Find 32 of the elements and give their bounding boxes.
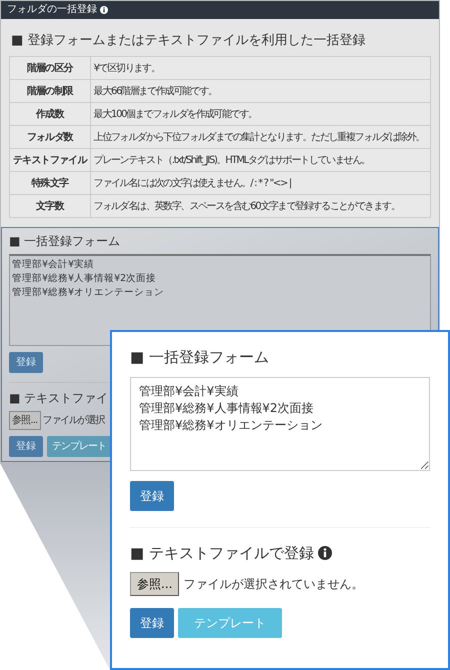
textarea-field[interactable]: 管理部¥会計¥実績 管理部¥総務¥人事情報¥2次面接 管理部¥総務¥オリエンテーション	[130, 376, 430, 470]
form-heading: ■ 一括登録フォーム	[130, 347, 269, 368]
section-title: ■ 登録フォームまたはテキストファイルを利用した一括登録	[11, 32, 366, 50]
submit-button[interactable]: 登録	[130, 480, 174, 510]
browse-button[interactable]: 参照...	[130, 572, 180, 596]
table-cell: 階層の区分	[10, 56, 90, 80]
table-cell: ¥で区切ります。	[90, 56, 430, 80]
table-cell: テキストファイル	[10, 148, 90, 172]
form-heading: ■ テキストファイルで登録	[130, 542, 314, 564]
submit-button[interactable]: 登録	[9, 352, 43, 373]
browse-button[interactable]: 参照...	[9, 411, 41, 430]
template-button[interactable]: テンプレート	[47, 436, 111, 457]
table-cell: 作成数	[10, 102, 90, 126]
table-cell: 最大100個までフォルダを作成可能です。	[90, 102, 430, 126]
panel-title: フォルダの一括登録	[7, 3, 97, 18]
table-cell: 上位フォルダから下位フォルダまでの集計となります。ただし重複フォルダは除外。	[90, 126, 430, 149]
table-cell: フォルダ名は、英数字、スペースを含む60文字まで登録することができます。	[90, 194, 430, 218]
table-cell: プレーンテキスト（.txt/Shift_JIS)。HTMLタグはサポートしていません。	[90, 148, 430, 172]
submit-button[interactable]: 登録	[130, 608, 174, 638]
info-icon	[318, 546, 332, 560]
submit-button[interactable]: 登録	[9, 436, 43, 457]
form-heading: ■ テキストファイ	[9, 390, 109, 407]
table-cell: 最大66階層まで作成可能です。	[90, 80, 430, 103]
table-cell: 特殊文字	[10, 172, 90, 195]
table-cell: ファイル名には次の文字は使えません。/ : * ? "<> |	[90, 172, 430, 195]
info-icon	[100, 6, 108, 14]
table-cell: 文字数	[10, 194, 90, 218]
form-heading: ■ 一括登録フォーム	[9, 233, 122, 250]
file-status: ファイルが選択されていません。	[183, 576, 364, 593]
table-cell: 階層の制限	[10, 80, 90, 103]
table-cell: フォルダ数	[10, 126, 90, 149]
file-status: ファイルが選択	[42, 414, 104, 428]
